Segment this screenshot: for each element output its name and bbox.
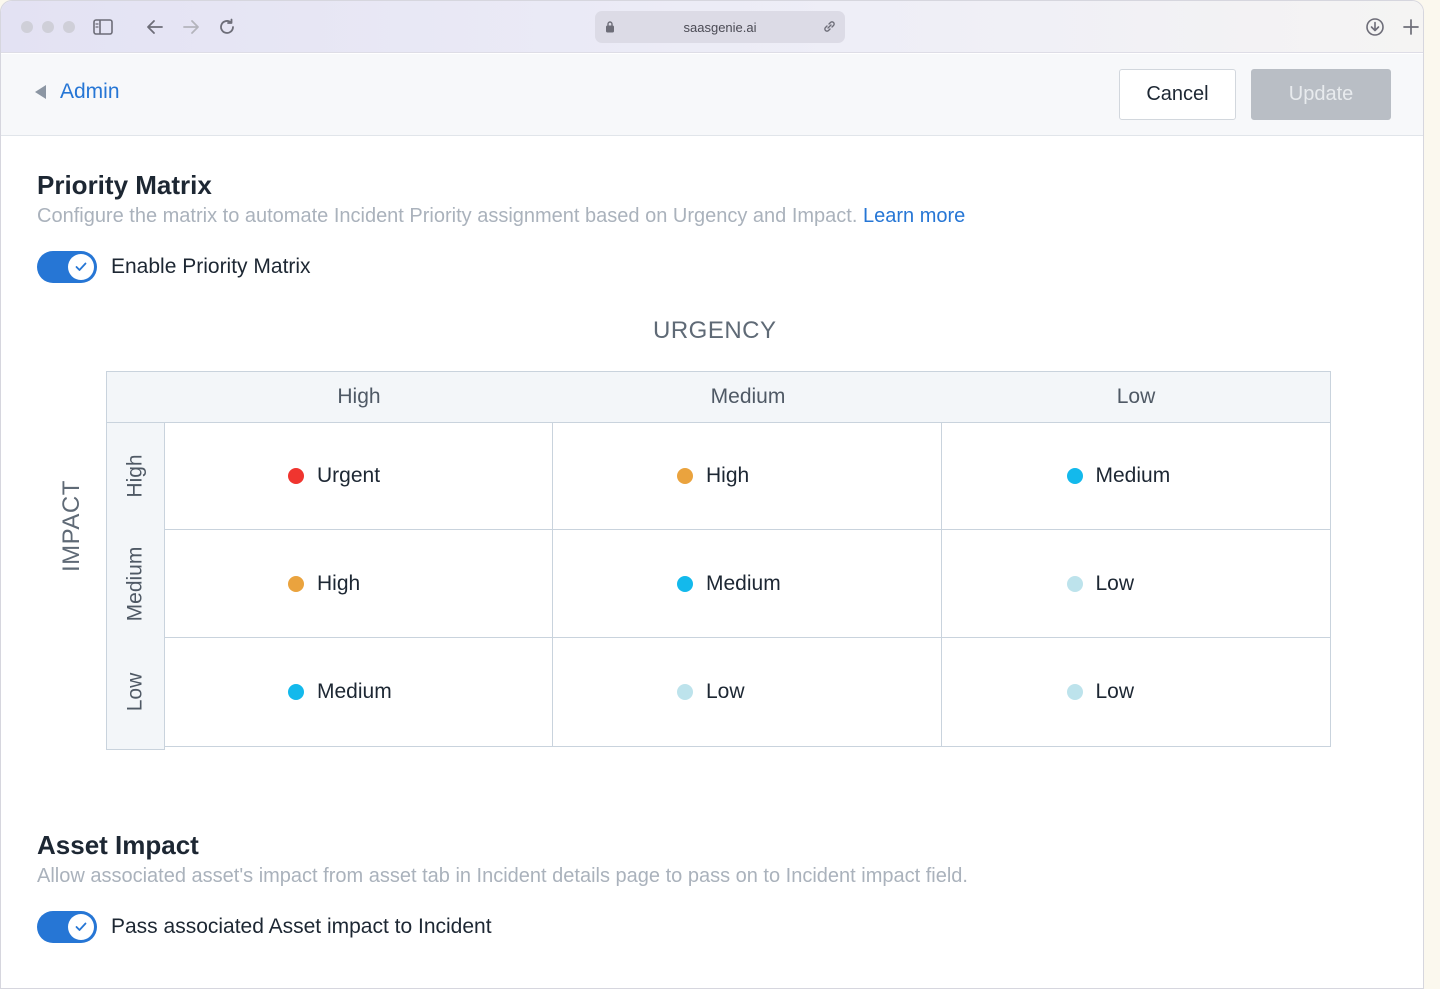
toggle-knob — [68, 914, 94, 940]
priority-label: Urgent — [317, 463, 381, 487]
enable-priority-matrix-row: Enable Priority Matrix — [37, 251, 311, 283]
priority-label: Medium — [1095, 463, 1171, 487]
priority-dot-icon — [1066, 684, 1083, 700]
priority-value: Medium — [677, 572, 817, 596]
priority-dot-icon — [288, 684, 304, 700]
window-controls — [21, 21, 75, 33]
forward-arrow-icon[interactable] — [179, 15, 203, 39]
priority-value: High — [677, 464, 817, 488]
priority-label: High — [706, 463, 750, 487]
asset-impact-description: Allow associated asset's impact from ass… — [37, 865, 968, 887]
browser-toolbar: saasgenie.ai — [1, 1, 1423, 53]
update-button[interactable]: Update — [1251, 69, 1391, 120]
matrix-cell-impact-low-urgency-medium[interactable]: Low — [553, 638, 942, 746]
asset-impact-toggle[interactable] — [37, 911, 97, 943]
address-bar[interactable]: saasgenie.ai — [595, 11, 845, 43]
close-window-button[interactable] — [21, 21, 33, 33]
impact-axis-label: IMPACT — [58, 480, 85, 572]
matrix-cell-impact-low-urgency-high[interactable]: Medium — [164, 638, 553, 746]
cancel-button[interactable]: Cancel — [1119, 69, 1236, 120]
matrix-cells: Urgent High Medium High Medium Low Medium Low Lo… — [164, 422, 1331, 747]
priority-label: Medium — [317, 680, 392, 703]
priority-dot-icon — [1066, 575, 1083, 592]
priority-label: Low — [1095, 680, 1135, 703]
impact-header-medium: Medium — [106, 530, 165, 638]
urgency-header-low: Low — [1116, 385, 1156, 408]
priority-dot-icon — [677, 467, 693, 484]
link-icon[interactable] — [822, 19, 837, 37]
impact-header-high-text: High — [123, 454, 147, 498]
priority-dot-icon — [288, 575, 304, 592]
impact-header-medium-text: Medium — [123, 546, 147, 622]
priority-label: Medium — [706, 571, 781, 595]
priority-matrix-title: Priority Matrix — [37, 170, 212, 200]
impact-header-low: Low — [106, 638, 165, 746]
impact-header-high: High — [106, 422, 165, 530]
asset-impact-toggle-label: Pass associated Asset impact to Incident — [111, 915, 492, 938]
matrix-cell-impact-high-urgency-medium[interactable]: High — [553, 422, 942, 530]
zoom-window-button[interactable] — [63, 21, 75, 33]
check-icon — [75, 922, 87, 931]
enable-priority-matrix-label: Enable Priority Matrix — [111, 255, 311, 278]
urgency-header-high: High — [337, 385, 381, 408]
check-icon — [75, 262, 87, 271]
priority-value: High — [288, 572, 428, 596]
priority-value: Urgent — [288, 464, 428, 488]
download-icon[interactable] — [1363, 15, 1387, 39]
asset-impact-title: Asset Impact — [37, 830, 199, 860]
priority-matrix-description-text: Configure the matrix to automate Inciden… — [37, 205, 858, 227]
priority-label: High — [317, 571, 361, 595]
matrix-cell-impact-medium-urgency-high[interactable]: High — [164, 530, 553, 638]
browser-window: saasgenie.ai Admin Cancel Update Priorit… — [0, 0, 1424, 989]
priority-value: Medium — [1066, 463, 1207, 488]
priority-value: Low — [1066, 571, 1207, 596]
url-text: saasgenie.ai — [683, 19, 757, 35]
impact-header-low-text: Low — [123, 672, 147, 712]
back-arrow-icon[interactable] — [143, 15, 167, 39]
priority-value: Low — [677, 680, 817, 704]
priority-dot-icon — [677, 575, 693, 592]
urgency-header-medium: Medium — [710, 385, 786, 408]
reload-icon[interactable] — [215, 15, 239, 39]
priority-dot-icon — [1066, 467, 1083, 484]
back-link-label: Admin — [60, 80, 120, 103]
matrix-cell-impact-high-urgency-low[interactable]: Medium — [942, 422, 1331, 530]
matrix-cell-impact-low-urgency-low[interactable]: Low — [942, 638, 1331, 746]
priority-label: Low — [1095, 571, 1135, 595]
minimize-window-button[interactable] — [42, 21, 54, 33]
priority-label: Low — [706, 680, 745, 703]
toggle-knob — [68, 254, 94, 280]
caret-left-icon — [35, 85, 46, 99]
matrix-cell-impact-high-urgency-high[interactable]: Urgent — [164, 422, 553, 530]
priority-value: Medium — [288, 680, 428, 704]
priority-matrix-grid: High Medium Low High Medium Low Urgent Hi… — [106, 371, 1331, 750]
back-to-admin-link[interactable]: Admin — [35, 80, 120, 104]
learn-more-link[interactable]: Learn more — [863, 205, 965, 227]
priority-dot-icon — [288, 467, 304, 484]
page-header: Admin Cancel Update — [1, 54, 1423, 136]
enable-priority-matrix-toggle[interactable] — [37, 251, 97, 283]
priority-dot-icon — [677, 684, 693, 700]
sidebar-toggle-icon[interactable] — [91, 15, 115, 39]
urgency-axis-label: URGENCY — [653, 317, 777, 344]
priority-value: Low — [1066, 680, 1207, 704]
new-tab-icon[interactable] — [1399, 15, 1423, 39]
priority-matrix-description: Configure the matrix to automate Inciden… — [37, 205, 965, 228]
lock-icon — [605, 20, 615, 36]
matrix-cell-impact-medium-urgency-low[interactable]: Low — [942, 530, 1331, 638]
matrix-cell-impact-medium-urgency-medium[interactable]: Medium — [553, 530, 942, 638]
asset-impact-toggle-row: Pass associated Asset impact to Incident — [37, 911, 492, 943]
